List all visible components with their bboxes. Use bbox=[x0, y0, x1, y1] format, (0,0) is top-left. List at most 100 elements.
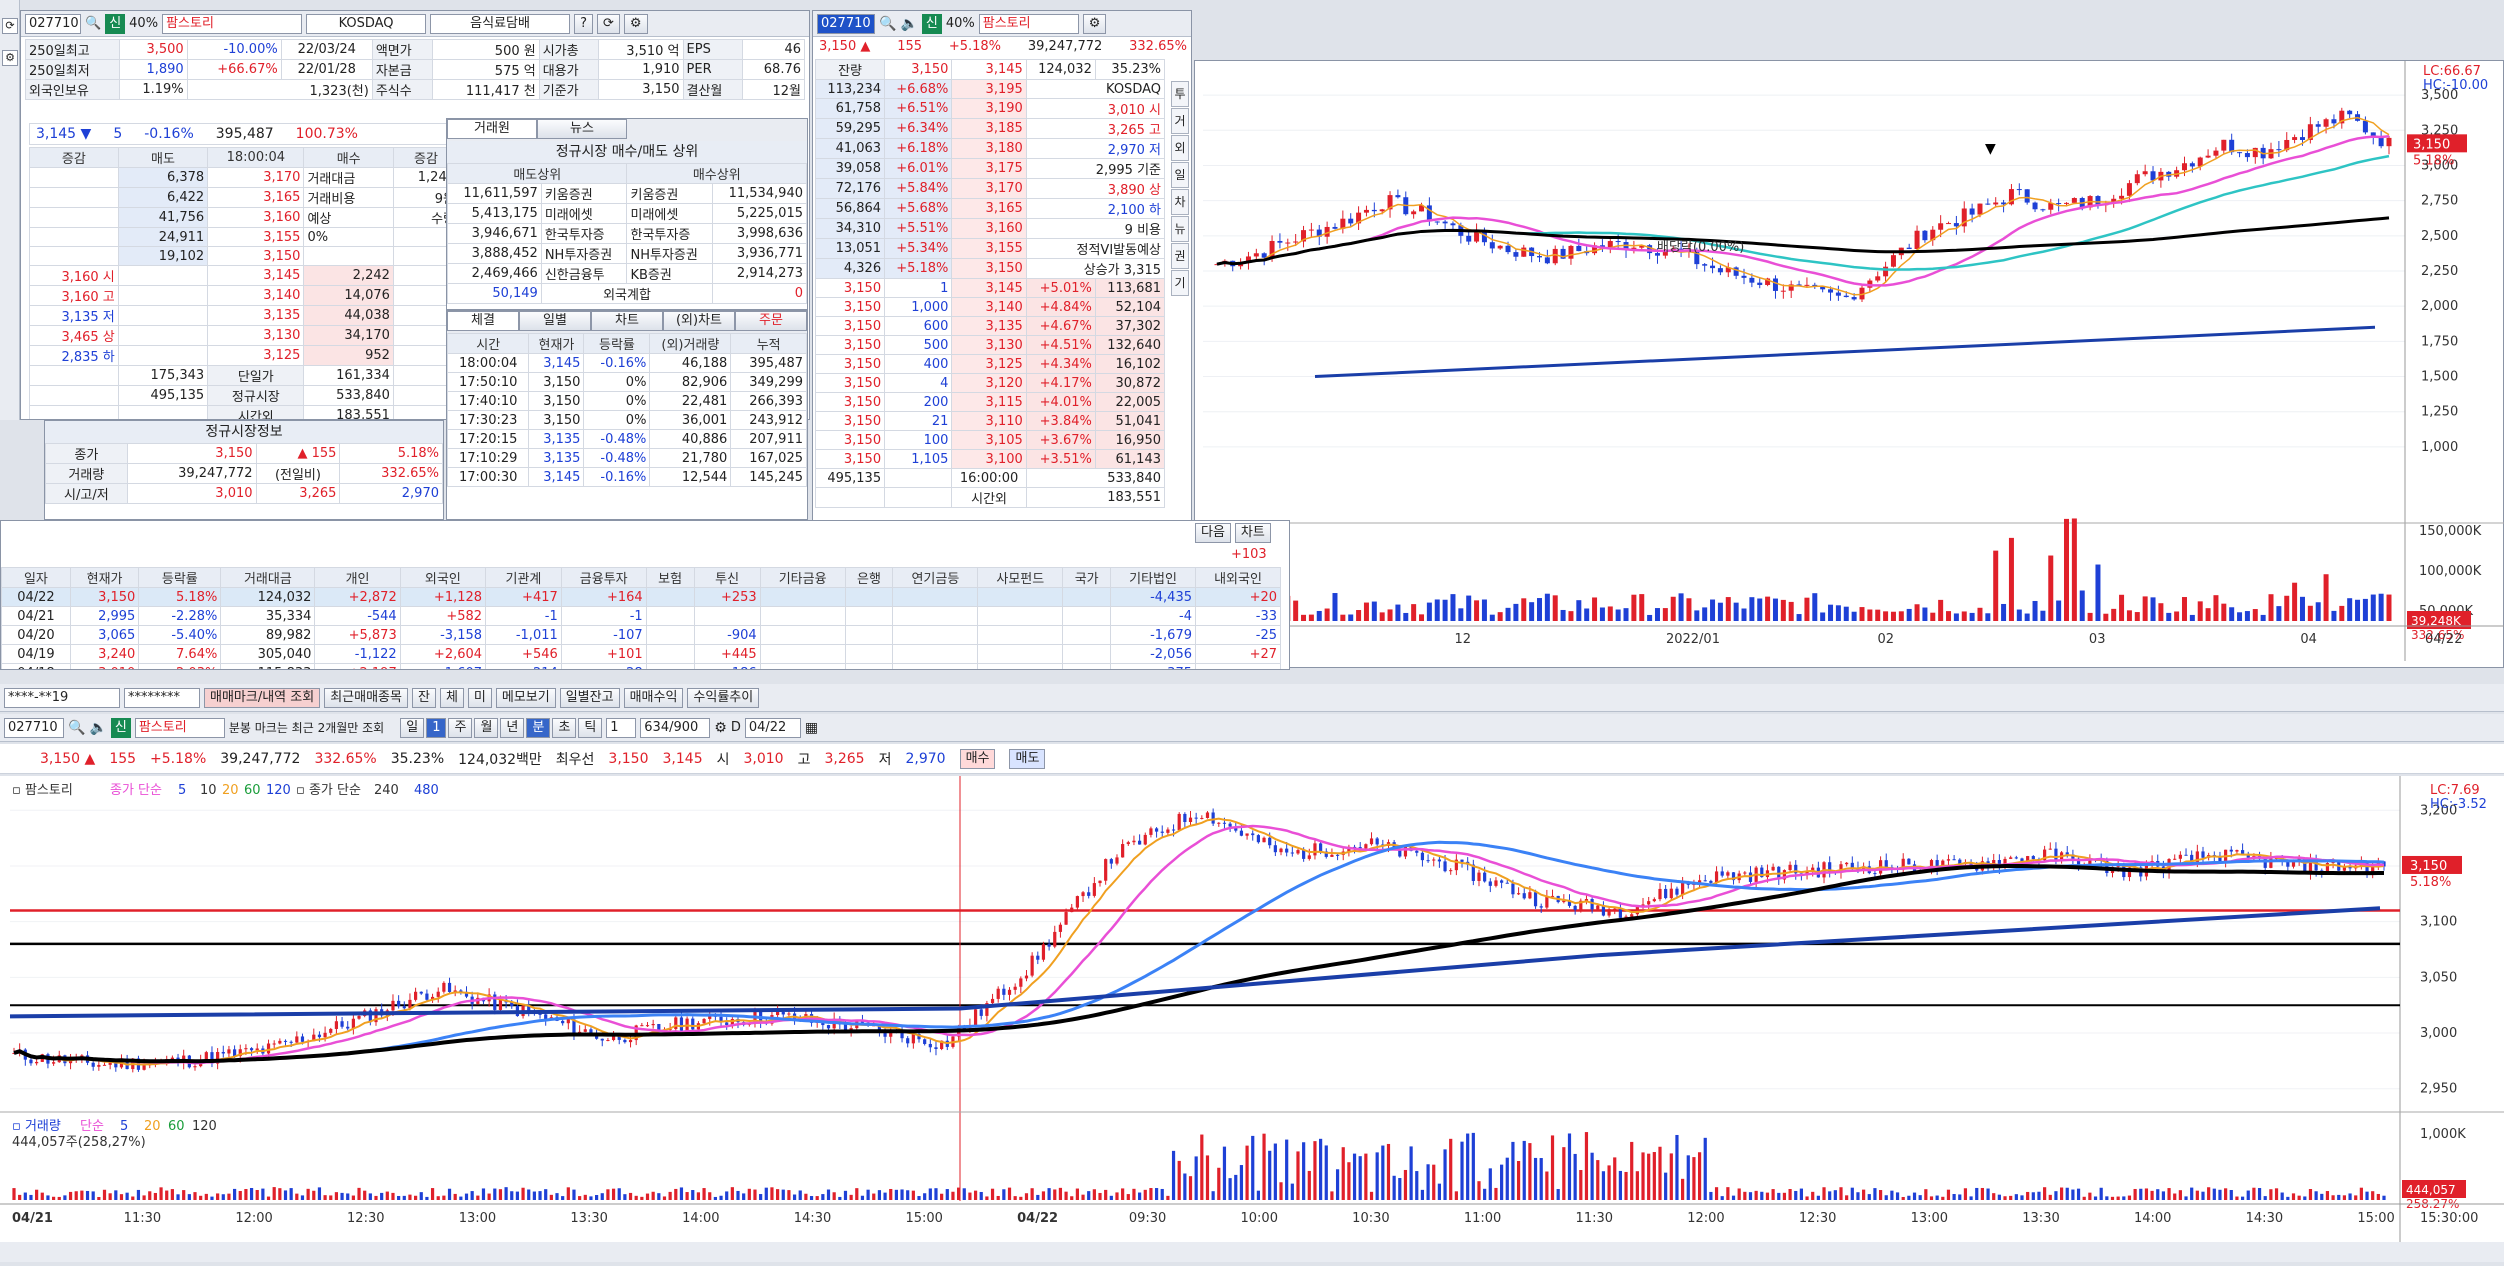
ob-search-icon[interactable]: 🔍 bbox=[879, 16, 896, 32]
ob-side-tab[interactable]: 기 bbox=[1171, 270, 1189, 296]
ob-bid-price[interactable]: 3,125 bbox=[207, 345, 305, 366]
investor-cell[interactable]: 04/18 bbox=[1, 663, 71, 669]
ob-right-bid-price[interactable]: 3,135 bbox=[951, 316, 1027, 336]
ob-ask-price[interactable]: 3,160 bbox=[207, 207, 305, 228]
ob-ask-price[interactable]: 3,150 bbox=[207, 246, 305, 266]
calendar-icon[interactable]: ▦ bbox=[805, 720, 818, 736]
ob-speaker-icon[interactable]: 🔈 bbox=[900, 16, 917, 32]
broker-buy-name[interactable]: NH투자증권 bbox=[626, 243, 714, 264]
ob-side-tab[interactable]: 외 bbox=[1171, 135, 1189, 161]
ob-right-ask-price[interactable]: 3,165 bbox=[951, 198, 1027, 219]
ob-right-bid-price[interactable]: 3,110 bbox=[951, 411, 1027, 431]
gear-icon[interactable]: ⚙ bbox=[2, 50, 18, 66]
broker-sell-name[interactable]: 키움증권 bbox=[540, 183, 628, 204]
period-button[interactable]: 일 bbox=[400, 717, 425, 738]
search-icon[interactable]: 🔍 bbox=[85, 16, 101, 31]
period-button[interactable]: 월 bbox=[474, 717, 499, 738]
broker-sell-name[interactable]: 미래에셋 bbox=[540, 203, 628, 224]
mc-speaker-icon[interactable]: 🔈 bbox=[89, 720, 106, 736]
account-select[interactable]: ****-**19 bbox=[4, 687, 120, 708]
tab-broker[interactable]: 거래원 bbox=[447, 119, 537, 139]
toolbar-button[interactable]: 매매수익 bbox=[623, 687, 684, 708]
password-input[interactable]: ******** bbox=[124, 687, 200, 708]
ob-right-bid-price[interactable]: 3,125 bbox=[951, 354, 1027, 374]
sell-button[interactable]: 매도 bbox=[1009, 748, 1046, 769]
period-button[interactable]: 틱 bbox=[578, 717, 603, 738]
tab-news[interactable]: 뉴스 bbox=[537, 119, 627, 139]
tab-foreign-chart[interactable]: (외)차트 bbox=[663, 311, 735, 331]
ob-side-tab[interactable]: 거 bbox=[1171, 108, 1189, 134]
ob-right-ask-price[interactable]: 3,180 bbox=[951, 138, 1027, 159]
tab-daily[interactable]: 일별 bbox=[519, 311, 591, 331]
period-button[interactable]: 주 bbox=[448, 717, 473, 738]
ob-side-tab[interactable]: 일 bbox=[1171, 162, 1189, 188]
period-button[interactable]: 년 bbox=[500, 717, 525, 738]
tab-order[interactable]: 주문 bbox=[735, 311, 807, 331]
ob-right-ask-price[interactable]: 3,155 bbox=[951, 238, 1027, 259]
ob-right-bid-price[interactable]: 3,145 bbox=[951, 278, 1027, 298]
code-input[interactable]: 027710 bbox=[25, 13, 81, 34]
mc-date[interactable]: 04/22 bbox=[744, 717, 801, 738]
bar-count[interactable]: 634/900 bbox=[640, 717, 711, 738]
ob-bid-price[interactable]: 3,140 bbox=[207, 285, 305, 306]
ob-code-input[interactable]: 027710 bbox=[817, 13, 875, 34]
ob-right-ask-price[interactable]: 3,195 bbox=[951, 79, 1027, 99]
period-button[interactable]: 분 bbox=[526, 717, 551, 738]
ob-right-bid-price[interactable]: 3,105 bbox=[951, 430, 1027, 450]
investor-cell[interactable]: 04/22 bbox=[1, 587, 71, 607]
toolbar-button[interactable]: 매매마크/내역 조회 bbox=[204, 687, 321, 708]
broker-buy-name[interactable]: 미래에셋 bbox=[626, 203, 714, 224]
period-button[interactable]: 초 bbox=[552, 717, 577, 738]
toolbar-button[interactable]: 일별잔고 bbox=[559, 687, 620, 708]
broker-buy-name[interactable]: KB증권 bbox=[626, 263, 714, 284]
investor-cell[interactable]: 04/19 bbox=[1, 644, 71, 664]
period-button[interactable]: 1 bbox=[426, 717, 447, 738]
toolbar-button[interactable]: 메모보기 bbox=[495, 687, 556, 708]
ob-right-ask-price[interactable]: 3,160 bbox=[951, 218, 1027, 239]
investor-cell[interactable]: 04/21 bbox=[1, 606, 71, 626]
ob-bid-price[interactable]: 3,135 bbox=[207, 305, 305, 326]
ob-ask-price[interactable]: 3,155 bbox=[207, 227, 305, 247]
ob-right-ask-price[interactable]: 3,190 bbox=[951, 98, 1027, 119]
toolbar-button[interactable]: 잔 bbox=[411, 687, 436, 708]
ob-side-tab[interactable]: 뉴 bbox=[1171, 216, 1189, 242]
ob-right-bid-price[interactable]: 3,130 bbox=[951, 335, 1027, 355]
ob-side-tab[interactable]: 투 bbox=[1171, 81, 1189, 107]
tick-value[interactable]: 1 bbox=[606, 717, 637, 738]
ob-right-bid-price[interactable]: 3,120 bbox=[951, 373, 1027, 393]
ob-right-bid-price[interactable]: 3,100 bbox=[951, 449, 1027, 469]
ob-side-tab[interactable]: 차 bbox=[1171, 189, 1189, 215]
buy-button[interactable]: 매수 bbox=[959, 748, 996, 769]
refresh-icon[interactable]: ⟳ bbox=[2, 18, 18, 34]
broker-sell-name[interactable]: NH투자증권 bbox=[540, 243, 628, 264]
settings-icon[interactable]: ⚙ bbox=[623, 13, 648, 34]
toolbar-button[interactable]: 최근매매종목 bbox=[324, 687, 408, 708]
ob-right-ask-price[interactable]: 3,175 bbox=[951, 158, 1027, 179]
ob-right-ask-price[interactable]: 3,170 bbox=[951, 178, 1027, 199]
next-button[interactable]: 다음 bbox=[1195, 523, 1231, 543]
ob-settings-icon[interactable]: ⚙ bbox=[1082, 13, 1107, 34]
mc-search-icon[interactable]: 🔍 bbox=[68, 720, 85, 736]
tab-ticks[interactable]: 체결 bbox=[447, 311, 519, 331]
chart-button[interactable]: 차트 bbox=[1234, 523, 1271, 543]
investor-cell[interactable]: 04/20 bbox=[1, 625, 71, 645]
ob-bid-price[interactable]: 3,145 bbox=[207, 265, 305, 286]
broker-sell-name[interactable]: 한국투자증 bbox=[540, 223, 628, 244]
ob-ask-price[interactable]: 3,165 bbox=[207, 187, 305, 208]
toolbar-button[interactable]: 미 bbox=[467, 687, 492, 708]
broker-buy-name[interactable]: 한국투자증 bbox=[626, 223, 714, 244]
mc-tool-icon[interactable]: ⚙ bbox=[714, 720, 727, 736]
ob-right-bid-price[interactable]: 3,140 bbox=[951, 297, 1027, 317]
ob-right-ask-price[interactable]: 3,185 bbox=[951, 118, 1027, 139]
mc-code-input[interactable]: 027710 bbox=[4, 717, 64, 738]
ob-right-bid-price[interactable]: 3,115 bbox=[951, 392, 1027, 412]
reload-icon[interactable]: ⟳ bbox=[596, 13, 620, 34]
ob-bid-price[interactable]: 3,130 bbox=[207, 325, 305, 346]
broker-sell-name[interactable]: 신한금융투 bbox=[540, 263, 628, 284]
toolbar-button[interactable]: 수익률추이 bbox=[687, 687, 760, 708]
toolbar-button[interactable]: 체 bbox=[439, 687, 464, 708]
broker-buy-name[interactable]: 키움증권 bbox=[626, 183, 714, 204]
ob-right-ask-price[interactable]: 3,150 bbox=[951, 258, 1027, 279]
ob-ask-price[interactable]: 3,170 bbox=[207, 167, 305, 188]
tab-chart[interactable]: 차트 bbox=[591, 311, 663, 331]
